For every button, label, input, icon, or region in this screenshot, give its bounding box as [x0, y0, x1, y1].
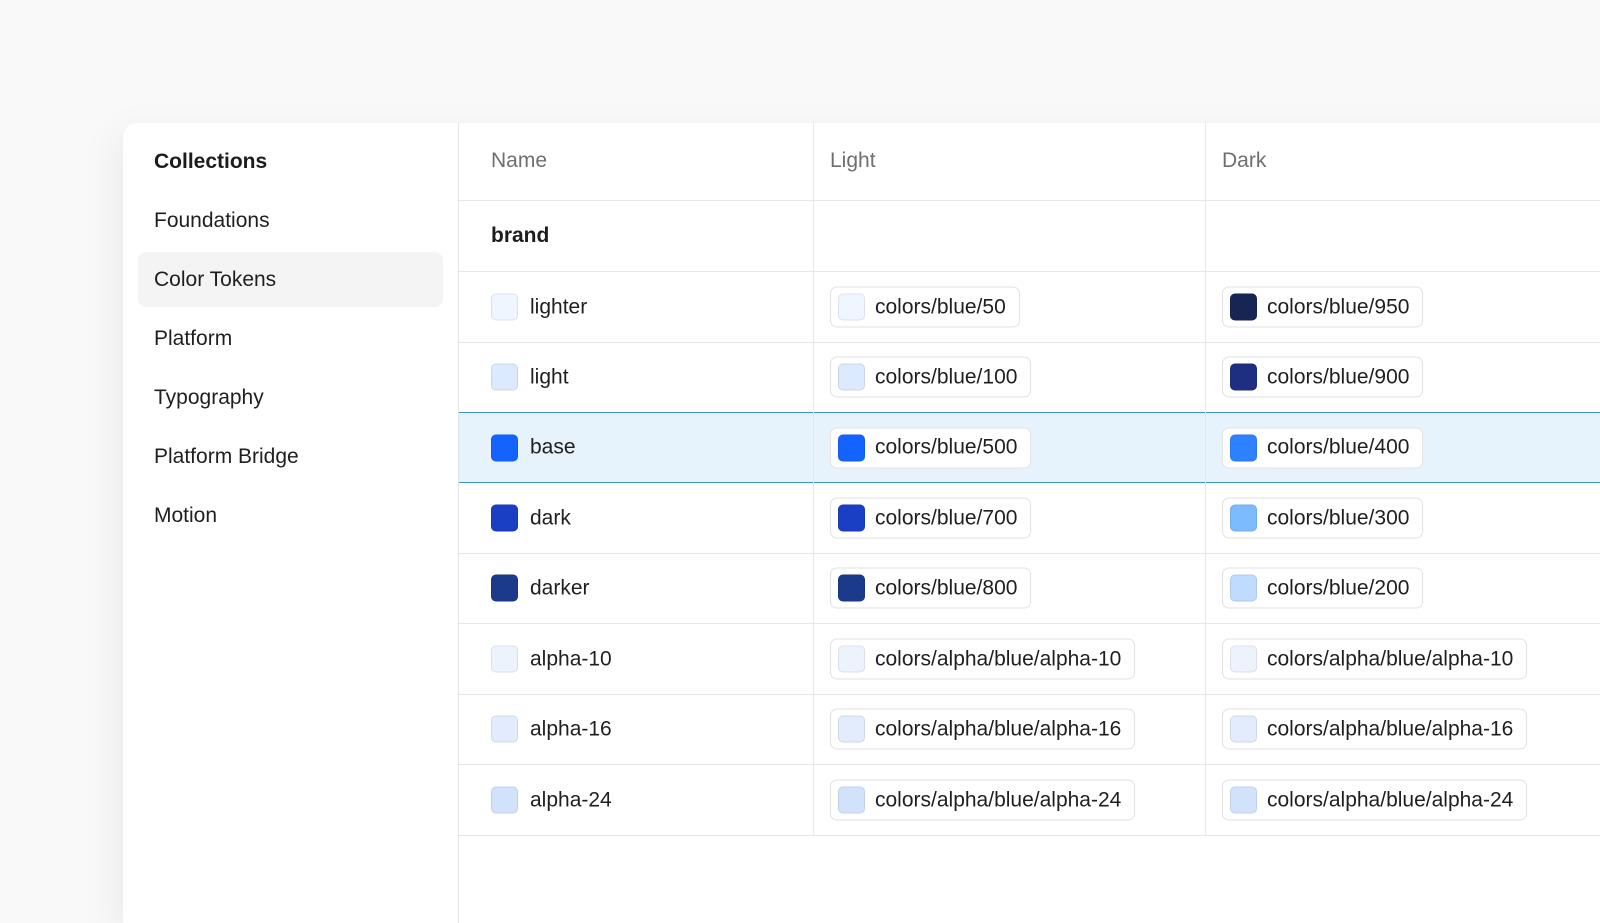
- dark-token-name: colors/blue/200: [1267, 576, 1410, 599]
- light-value-pill[interactable]: colors/alpha/blue/alpha-10: [830, 638, 1136, 680]
- token-name: darker: [530, 576, 590, 599]
- dark-token-name: colors/alpha/blue/alpha-10: [1267, 647, 1514, 670]
- token-name-cell[interactable]: light: [491, 363, 569, 391]
- dark-token-name: colors/blue/900: [1267, 365, 1410, 388]
- color-swatch: [1230, 434, 1257, 461]
- token-name-cell[interactable]: alpha-10: [491, 645, 612, 673]
- dark-value-pill[interactable]: colors/blue/300: [1222, 497, 1424, 539]
- dark-token-name: colors/blue/400: [1267, 435, 1410, 459]
- light-value-pill[interactable]: colors/blue/700: [830, 497, 1032, 539]
- color-swatch: [838, 574, 865, 602]
- color-swatch: [1230, 715, 1257, 743]
- token-name: alpha-24: [530, 788, 612, 811]
- color-swatch: [491, 786, 518, 814]
- dark-value-pill[interactable]: colors/alpha/blue/alpha-10: [1222, 638, 1528, 680]
- color-swatch: [838, 504, 865, 532]
- token-name-cell[interactable]: base: [491, 434, 576, 461]
- token-name: light: [530, 365, 569, 388]
- dark-value-pill[interactable]: colors/blue/900: [1222, 356, 1424, 398]
- collections-sidebar: Collections Foundations Color Tokens Pla…: [123, 123, 459, 923]
- table-row[interactable]: alpha-24 colors/alpha/blue/alpha-24 colors…: [459, 765, 1600, 836]
- dark-token-name: colors/alpha/blue/alpha-16: [1267, 717, 1514, 740]
- light-token-name: colors/alpha/blue/alpha-24: [875, 788, 1122, 811]
- token-name-cell[interactable]: lighter: [491, 293, 588, 321]
- color-swatch: [838, 434, 865, 461]
- sidebar-title: Collections: [154, 150, 268, 173]
- color-swatch: [1230, 645, 1257, 673]
- sidebar-item-foundations[interactable]: Foundations: [138, 193, 443, 248]
- table-row[interactable]: alpha-16 colors/alpha/blue/alpha-16 colors…: [459, 694, 1600, 765]
- light-token-name: colors/alpha/blue/alpha-16: [875, 717, 1122, 740]
- light-token-name: colors/blue/50: [875, 295, 1006, 318]
- color-swatch: [1230, 504, 1257, 532]
- token-name: alpha-16: [530, 717, 612, 740]
- color-swatch: [838, 715, 865, 743]
- group-row: brand: [459, 201, 1600, 272]
- color-swatch: [491, 645, 518, 673]
- column-header-dark: Dark: [1222, 149, 1267, 172]
- light-value-pill[interactable]: colors/blue/800: [830, 567, 1032, 609]
- color-swatch: [838, 645, 865, 673]
- sidebar-item-color-tokens[interactable]: Color Tokens: [138, 252, 443, 307]
- table-row[interactable]: dark colors/blue/700 colors/blue/300: [459, 483, 1600, 554]
- dark-value-pill[interactable]: colors/blue/400: [1222, 427, 1424, 468]
- column-divider: [813, 123, 814, 836]
- token-name-cell[interactable]: alpha-24: [491, 786, 612, 814]
- color-swatch: [1230, 786, 1257, 814]
- color-swatch: [491, 363, 518, 391]
- color-swatch: [838, 293, 865, 321]
- collections-panel: Collections Foundations Color Tokens Pla…: [123, 123, 1600, 923]
- light-token-name: colors/blue/100: [875, 365, 1018, 388]
- table-row[interactable]: lighter colors/blue/50 colors/blue/950: [459, 272, 1600, 343]
- dark-token-name: colors/alpha/blue/alpha-24: [1267, 788, 1514, 811]
- light-value-pill[interactable]: colors/blue/100: [830, 356, 1032, 398]
- column-header-name: Name: [491, 149, 548, 172]
- light-value-pill[interactable]: colors/blue/500: [830, 427, 1032, 468]
- dark-value-pill[interactable]: colors/alpha/blue/alpha-16: [1222, 708, 1528, 750]
- table-row[interactable]: light colors/blue/100 colors/blue/900: [459, 342, 1600, 413]
- color-swatch: [491, 293, 518, 321]
- color-swatch: [491, 504, 518, 532]
- color-swatch: [491, 715, 518, 743]
- light-token-name: colors/blue/800: [875, 576, 1018, 599]
- table-header: Name Light Dark: [459, 123, 1600, 201]
- color-swatch: [1230, 363, 1257, 391]
- token-name-cell[interactable]: alpha-16: [491, 715, 612, 743]
- token-name: base: [530, 435, 576, 459]
- column-header-light: Light: [830, 149, 876, 172]
- group-label: brand: [491, 224, 550, 247]
- table-row[interactable]: alpha-10 colors/alpha/blue/alpha-10 colors…: [459, 624, 1600, 695]
- color-swatch: [491, 434, 518, 461]
- token-name: lighter: [530, 295, 588, 318]
- dark-token-name: colors/blue/950: [1267, 295, 1410, 318]
- light-token-name: colors/blue/500: [875, 435, 1018, 459]
- color-swatch: [491, 574, 518, 602]
- token-name: dark: [530, 506, 571, 529]
- light-token-name: colors/blue/700: [875, 506, 1018, 529]
- dark-value-pill[interactable]: colors/alpha/blue/alpha-24: [1222, 779, 1528, 821]
- table-row[interactable]: base colors/blue/500 colors/blue/400: [459, 412, 1600, 483]
- dark-value-pill[interactable]: colors/blue/950: [1222, 286, 1424, 328]
- light-value-pill[interactable]: colors/blue/50: [830, 286, 1020, 328]
- light-token-name: colors/alpha/blue/alpha-10: [875, 647, 1122, 670]
- dark-value-pill[interactable]: colors/blue/200: [1222, 567, 1424, 609]
- token-name-cell[interactable]: darker: [491, 574, 590, 602]
- color-swatch: [1230, 293, 1257, 321]
- sidebar-item-platform-bridge[interactable]: Platform Bridge: [138, 429, 443, 484]
- light-value-pill[interactable]: colors/alpha/blue/alpha-16: [830, 708, 1136, 750]
- token-table: Name Light Dark brand lighter colors/blue…: [459, 123, 1600, 923]
- table-row[interactable]: darker colors/blue/800 colors/blue/200: [459, 553, 1600, 624]
- color-swatch: [838, 786, 865, 814]
- token-name-cell[interactable]: dark: [491, 504, 571, 532]
- sidebar-item-motion[interactable]: Motion: [138, 488, 443, 543]
- dark-token-name: colors/blue/300: [1267, 506, 1410, 529]
- color-swatch: [838, 363, 865, 391]
- color-swatch: [1230, 574, 1257, 602]
- sidebar-item-typography[interactable]: Typography: [138, 370, 443, 425]
- light-value-pill[interactable]: colors/alpha/blue/alpha-24: [830, 779, 1136, 821]
- column-divider: [1205, 123, 1206, 836]
- token-name: alpha-10: [530, 647, 612, 670]
- sidebar-item-platform[interactable]: Platform: [138, 311, 443, 366]
